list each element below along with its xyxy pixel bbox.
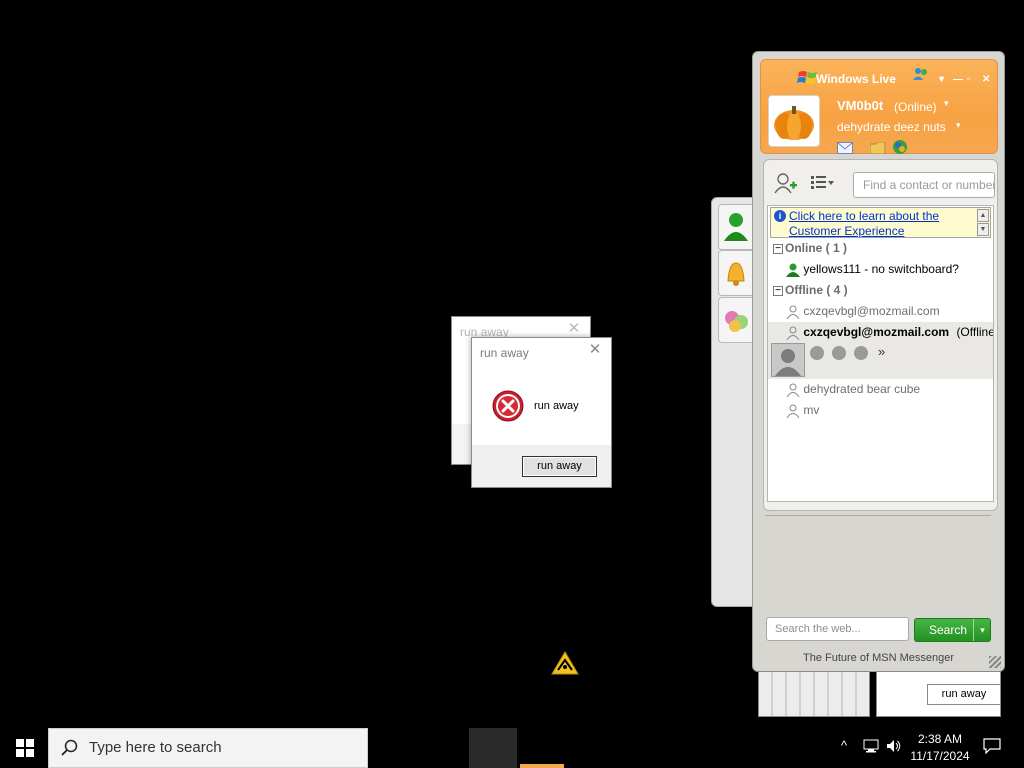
show-hidden-icons[interactable]: ^ [841,738,847,753]
offline-status-icon [786,383,800,398]
maximize-button[interactable]: ▫ [967,74,971,85]
network-icon[interactable] [863,738,879,757]
bell-icon [727,262,745,286]
contact-row[interactable]: cxzqevbgl@mozmail.com [786,304,940,320]
offline-status-icon [786,326,800,341]
status-chevron-icon[interactable]: ▾ [944,98,949,109]
offline-status-icon [786,404,800,419]
psm-chevron-icon[interactable]: ▾ [956,120,961,131]
dialog-footer: run away [472,445,611,487]
dialog-body: run away [472,388,611,428]
view-profile-icon[interactable] [810,346,824,360]
clock-time: 2:38 AM [917,732,963,746]
contact-name: cxzqevbgl@mozmail.com [803,304,940,318]
contact-row[interactable]: mv [786,403,820,419]
mail-icon[interactable] [837,142,853,154]
collapse-icon[interactable]: − [773,285,783,296]
taskbar-app-messenger[interactable] [520,764,564,768]
close-icon[interactable]: ✕ [566,321,582,337]
online-status-icon [786,263,800,277]
list-view-icon[interactable] [811,176,835,193]
spaces-icon [725,311,748,332]
volume-icon[interactable] [886,738,902,757]
messenger-window: Windows Live ▾ — ▫ ✕ VM0b0t (Online) ▾ d… [752,51,1005,672]
selected-contact-row[interactable]: cxzqevbgl@mozmail.com (Offline) » [768,322,993,379]
find-contact-input[interactable]: Find a contact or number [853,172,995,198]
collapse-icon[interactable]: − [773,243,783,254]
folder-icon[interactable] [869,141,886,155]
display-name[interactable]: VM0b0t [837,98,883,113]
contact-row[interactable]: yellows111 - no switchboard? [786,262,959,277]
friends-icon[interactable] [913,67,929,84]
run-away-mini-button[interactable]: run away [927,684,1001,705]
dropdown-chevron-icon[interactable]: ▾ [939,74,944,85]
search-icon [61,739,78,756]
taskbar-app-active[interactable] [469,728,517,768]
more-actions-icon[interactable]: » [878,344,885,359]
windows-live-brand: Windows Live [816,72,896,86]
contact-row[interactable]: cxzqevbgl@mozmail.com (Offline) [786,325,993,341]
resize-grip-icon[interactable] [989,656,1001,668]
info-bar[interactable]: i Click here to learn about the Customer… [770,207,991,238]
side-tab-spaces[interactable] [718,297,754,343]
send-email-icon[interactable] [832,346,846,360]
notifications-icon[interactable] [983,738,1001,757]
clock-date: 11/17/2024 [910,749,970,763]
group-online-label: Online ( 1 ) [785,241,848,255]
close-button[interactable]: ✕ [982,74,990,85]
contact-name: mv [803,403,820,417]
group-online[interactable]: − Online ( 1 ) [773,241,847,255]
close-icon[interactable]: ✕ [587,342,603,358]
contact-name: cxzqevbgl@mozmail.com [803,325,950,339]
start-button[interactable] [0,728,48,768]
taskbar-search-input[interactable]: Type here to search [48,728,368,768]
windows-logo-icon [16,739,34,757]
side-tab-alerts[interactable] [718,250,754,296]
status-label[interactable]: (Online) [894,100,937,114]
stacked-windows [758,671,870,717]
contact-avatar-icon [771,343,805,377]
web-search-input[interactable]: Search the web... [766,617,909,641]
contact-status: (Offline) [956,325,993,339]
contact-name: yellows111 - no switchboard? [803,262,959,276]
web-search-button[interactable]: Search ▾ [914,618,991,642]
taskbar: Type here to search ^ 2:38 AM 11/17/2024 [0,728,1024,768]
search-dropdown-icon[interactable]: ▾ [973,619,991,641]
contact-list-panel: Find a contact or number i Click here to… [763,159,998,511]
add-contact-icon[interactable] [774,172,798,197]
contact-name: dehydrated bear cube [803,382,921,396]
search-button-label: Search [929,623,968,637]
contacts-icon [724,213,748,241]
dialog-mini: run away [876,671,1001,717]
avatar[interactable] [768,95,820,147]
info-icon: i [774,210,786,222]
tagline: The Future of MSN Messenger [802,652,954,664]
dialog-front: run away ✕ run away run away [471,337,612,488]
minimize-button[interactable]: — [953,74,963,85]
clock[interactable]: 2:38 AM 11/17/2024 [905,731,975,765]
divider [765,515,991,516]
personal-message[interactable]: dehydrate deez nuts [837,120,946,134]
scroll-down-icon[interactable]: ▼ [977,223,989,236]
error-icon [492,390,524,422]
block-icon[interactable] [854,346,868,360]
info-link[interactable]: Click here to learn about the Customer E… [789,209,971,239]
taskbar-search-placeholder: Type here to search [89,739,222,756]
messenger-header: Windows Live ▾ — ▫ ✕ VM0b0t (Online) ▾ d… [760,59,998,155]
warning-tray-icon[interactable] [550,650,580,681]
group-offline[interactable]: − Offline ( 4 ) [773,283,848,297]
offline-status-icon [786,305,800,320]
group-offline-label: Offline ( 4 ) [785,283,848,297]
dialog-message: run away [534,400,579,412]
dialog-front-title: run away [480,346,529,360]
scroll-up-icon[interactable]: ▲ [977,209,989,222]
contact-row[interactable]: dehydrated bear cube [786,382,921,398]
games-icon[interactable] [892,139,907,154]
run-away-button[interactable]: run away [522,456,597,477]
side-tab-contacts[interactable] [718,204,754,250]
contact-list: i Click here to learn about the Customer… [767,205,994,502]
